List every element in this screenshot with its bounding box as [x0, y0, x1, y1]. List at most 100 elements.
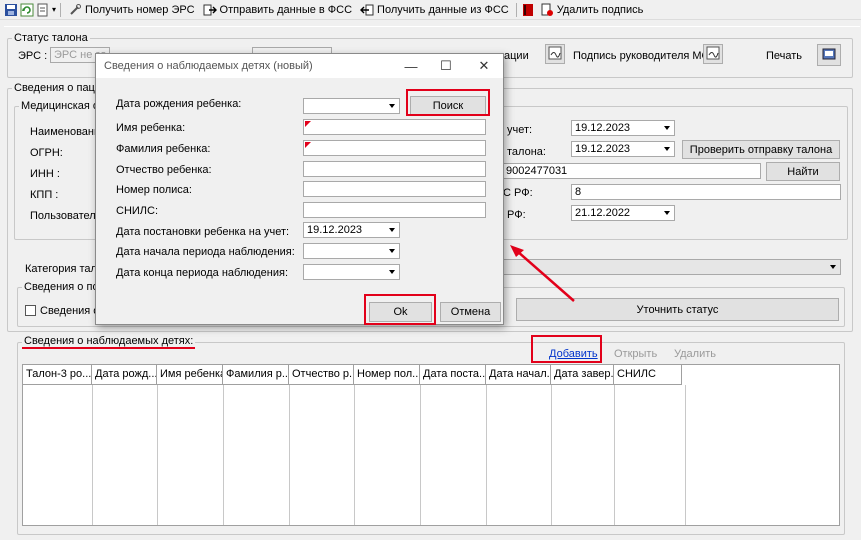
reg-date-dialog-combo[interactable]: 19.12.2023 [303, 222, 400, 238]
chevron-down-icon[interactable] [661, 143, 673, 155]
delete-sign-button[interactable]: Удалить подпись [537, 3, 647, 17]
status-group-legend: Статус талона [14, 32, 88, 44]
sign-icon-button[interactable] [545, 44, 565, 64]
inn-field[interactable]: 9002477031 [502, 163, 761, 179]
find-button[interactable]: Найти [766, 162, 840, 181]
child-surname-label: Фамилия ребенка: [116, 143, 211, 155]
print-label: Печать [766, 50, 803, 62]
dialog-title: Сведения о наблюдаемых детях (новый) [104, 60, 313, 72]
table-body[interactable] [23, 385, 686, 525]
get-fss-button[interactable]: Получить данные из ФСС [357, 3, 512, 17]
delete-sign-icon [540, 3, 554, 17]
chevron-down-icon[interactable] [386, 245, 398, 257]
toolbar: ▾ Получить номер ЭРС Отправить данные в … [0, 0, 861, 20]
child-patronymic-field[interactable] [303, 161, 486, 177]
reg-date-label: учет: [507, 124, 533, 136]
children-dialog: Сведения о наблюдаемых детях (новый) — ☐… [95, 53, 504, 325]
add-link[interactable]: Добавить [549, 348, 598, 360]
chevron-down-icon[interactable] [661, 122, 673, 134]
reg-date-combo[interactable]: 19.12.2023 [571, 120, 675, 136]
child-patronymic-label: Отчество ребенка: [116, 164, 212, 176]
reg-date-dialog-label: Дата постановки ребенка на учет: [116, 226, 290, 238]
snils-rf-label: С РФ: [503, 187, 533, 199]
send-fss-label: Отправить данные в ФСС [219, 3, 353, 16]
close-icon[interactable]: ✕ [475, 58, 493, 74]
ers-label: ЭРС : [18, 50, 48, 62]
print-icon [821, 47, 837, 64]
send-icon [203, 3, 217, 17]
talon-date-label: талона: [507, 146, 546, 158]
column-header[interactable]: Дата рожд... [92, 365, 157, 385]
rf-date-value: 21.12.2022 [575, 207, 631, 219]
chevron-down-icon[interactable] [386, 100, 398, 112]
delete-link[interactable]: Удалить [674, 348, 716, 360]
document-dropdown-icon[interactable] [36, 3, 50, 17]
get-erc-label: Получить номер ЭРС [85, 3, 195, 16]
reg-date-dialog-value: 19.12.2023 [307, 224, 363, 236]
children-table: Талон-3 ро... Дата рожд... Имя ребенка Ф… [22, 364, 840, 526]
snils-label: СНИЛС: [116, 205, 159, 217]
column-header[interactable]: Отчество р... [289, 365, 354, 385]
table-header: Талон-3 ро... Дата рожд... Имя ребенка Ф… [23, 365, 839, 385]
send-fss-button[interactable]: Отправить данные в ФСС [200, 3, 356, 17]
cancel-button[interactable]: Отмена [440, 302, 501, 322]
child-surname-field[interactable] [303, 140, 486, 156]
ogrn-label: ОГРН: [30, 147, 63, 159]
get-erc-button[interactable]: Получить номер ЭРС [65, 3, 198, 17]
get-fss-label: Получить данные из ФСС [377, 3, 509, 16]
maximize-icon[interactable]: ☐ [437, 58, 455, 74]
user-label: Пользователь: [30, 210, 105, 222]
chevron-down-icon[interactable] [827, 261, 839, 273]
child-name-label: Имя ребенка: [116, 122, 186, 134]
delete-sign-label: Удалить подпись [556, 3, 644, 16]
mo-sign-button[interactable] [703, 44, 723, 64]
chevron-down-icon[interactable] [386, 224, 398, 236]
obs-start-label: Дата начала периода наблюдения: [116, 246, 295, 258]
inn-label: ИНН : [30, 168, 60, 180]
check-send-button[interactable]: Проверить отправку талона [682, 140, 840, 159]
mo-sign-label: Подпись руководителя МО [573, 50, 711, 62]
obs-end-combo[interactable] [303, 264, 400, 280]
refresh-icon[interactable] [20, 3, 34, 17]
policy-label: Номер полиса: [116, 184, 192, 196]
talon-date-value: 19.12.2023 [575, 143, 631, 155]
column-header[interactable]: Талон-3 ро... [23, 365, 92, 385]
search-button[interactable]: Поиск [410, 96, 486, 116]
open-link[interactable]: Открыть [614, 348, 657, 360]
birth-date-label: Дата рождения ребенка: [116, 98, 242, 110]
reg-date-value: 19.12.2023 [575, 122, 631, 134]
print-button[interactable] [817, 44, 841, 66]
rf-date-combo[interactable]: 21.12.2022 [571, 205, 675, 221]
book-icon[interactable] [521, 3, 535, 17]
signature-icon [548, 46, 562, 63]
post-checkbox[interactable] [25, 305, 36, 316]
category-combo[interactable] [500, 259, 841, 275]
snils-field[interactable] [303, 202, 486, 218]
save-icon[interactable] [4, 3, 18, 17]
birth-date-combo[interactable] [303, 98, 400, 114]
column-header[interactable]: СНИЛС [614, 365, 682, 385]
snils-rf-field[interactable]: 8 [571, 184, 841, 200]
obs-start-combo[interactable] [303, 243, 400, 259]
chevron-down-icon[interactable] [661, 207, 673, 219]
ok-button[interactable]: Ok [369, 302, 432, 322]
talon-date-combo[interactable]: 19.12.2023 [571, 141, 675, 157]
obs-end-label: Дата конца периода наблюдения: [116, 267, 289, 279]
kpp-label: КПП : [30, 189, 59, 201]
children-group-legend: Сведения о наблюдаемых детях: [22, 335, 196, 349]
minimize-icon[interactable]: — [402, 58, 420, 74]
chevron-down-icon[interactable] [386, 266, 398, 278]
signature-icon [706, 46, 720, 63]
column-header[interactable]: Дата начал... [486, 365, 551, 385]
column-header[interactable]: Дата поста... [420, 365, 486, 385]
clarify-status-button[interactable]: Уточнить статус [516, 298, 839, 321]
receive-icon [360, 3, 374, 17]
column-header[interactable]: Номер пол... [354, 365, 420, 385]
policy-field[interactable] [303, 181, 486, 197]
column-header[interactable]: Имя ребенка [157, 365, 223, 385]
column-header[interactable]: Фамилия р... [223, 365, 289, 385]
child-name-field[interactable] [303, 119, 486, 135]
column-header[interactable]: Дата завер... [551, 365, 614, 385]
cut-label: ации [504, 50, 529, 62]
tools-icon [68, 3, 82, 17]
